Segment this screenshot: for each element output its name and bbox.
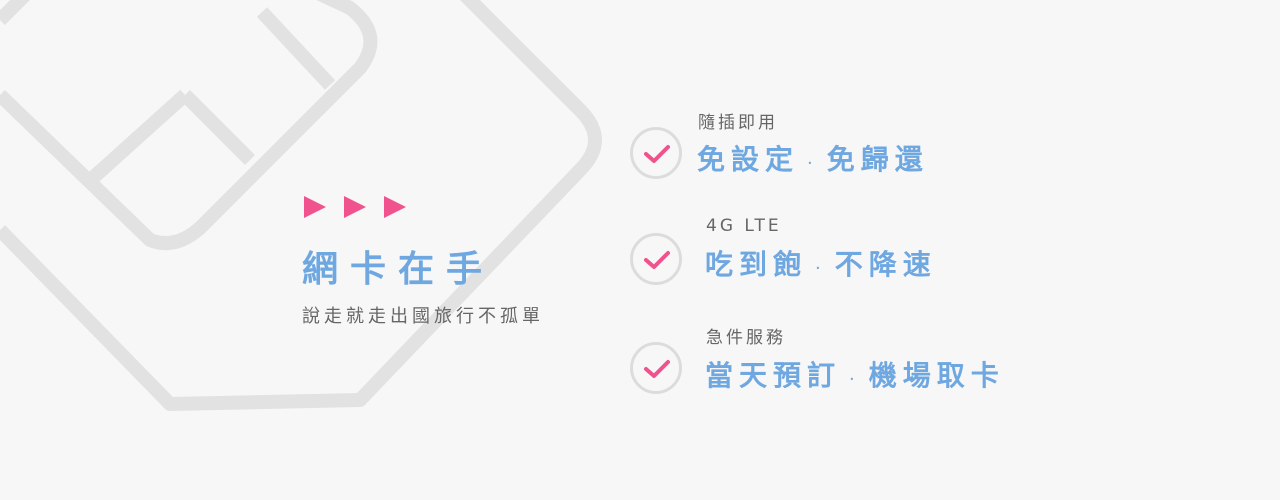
- checkmark-icon: [644, 360, 670, 378]
- sim-chip-divider-3: [256, 7, 336, 90]
- triangle-right-icon: [384, 196, 406, 218]
- feature-3-big-label: 當天預訂 · 機場取卡: [705, 354, 1005, 394]
- hero-arrows: [304, 196, 406, 218]
- checkmark-circle-icon: [630, 233, 682, 285]
- feature-1-big-label-a: 免設定: [697, 143, 800, 176]
- feature-3-big-label-b: 機場取卡: [868, 359, 1005, 392]
- separator-dot: ·: [815, 258, 827, 279]
- hero-title: 網卡在手: [302, 249, 495, 290]
- checkmark-circle-icon: [630, 342, 682, 394]
- feature-2-small-label: 4G LTE: [706, 216, 782, 236]
- sim-chip-divider-2: [180, 90, 255, 165]
- checkmark-icon: [644, 251, 670, 269]
- separator-dot: ·: [807, 153, 819, 174]
- feature-2-big-label: 吃到飽 · 不降速: [705, 243, 937, 283]
- checkmark-circle-icon: [630, 127, 682, 179]
- feature-1-big-label: 免設定 · 免歸還: [697, 138, 929, 178]
- feature-2-big-label-b: 不降速: [834, 248, 937, 281]
- feature-1-small-label: 隨插即用: [698, 113, 778, 133]
- hero-subtitle: 說走就走出國旅行不孤單: [302, 306, 544, 327]
- sim-card-body: [0, 0, 602, 411]
- feature-2-big-label-a: 吃到飽: [705, 248, 808, 281]
- separator-dot: ·: [849, 369, 861, 390]
- feature-1-big-label-b: 免歸還: [826, 143, 929, 176]
- checkmark-icon: [644, 145, 670, 163]
- triangle-right-icon: [344, 196, 366, 218]
- sim-chip-divider-1: [80, 89, 190, 191]
- triangle-right-icon: [304, 196, 326, 218]
- feature-3-big-label-a: 當天預訂: [705, 359, 842, 392]
- feature-3-small-label: 急件服務: [706, 328, 786, 348]
